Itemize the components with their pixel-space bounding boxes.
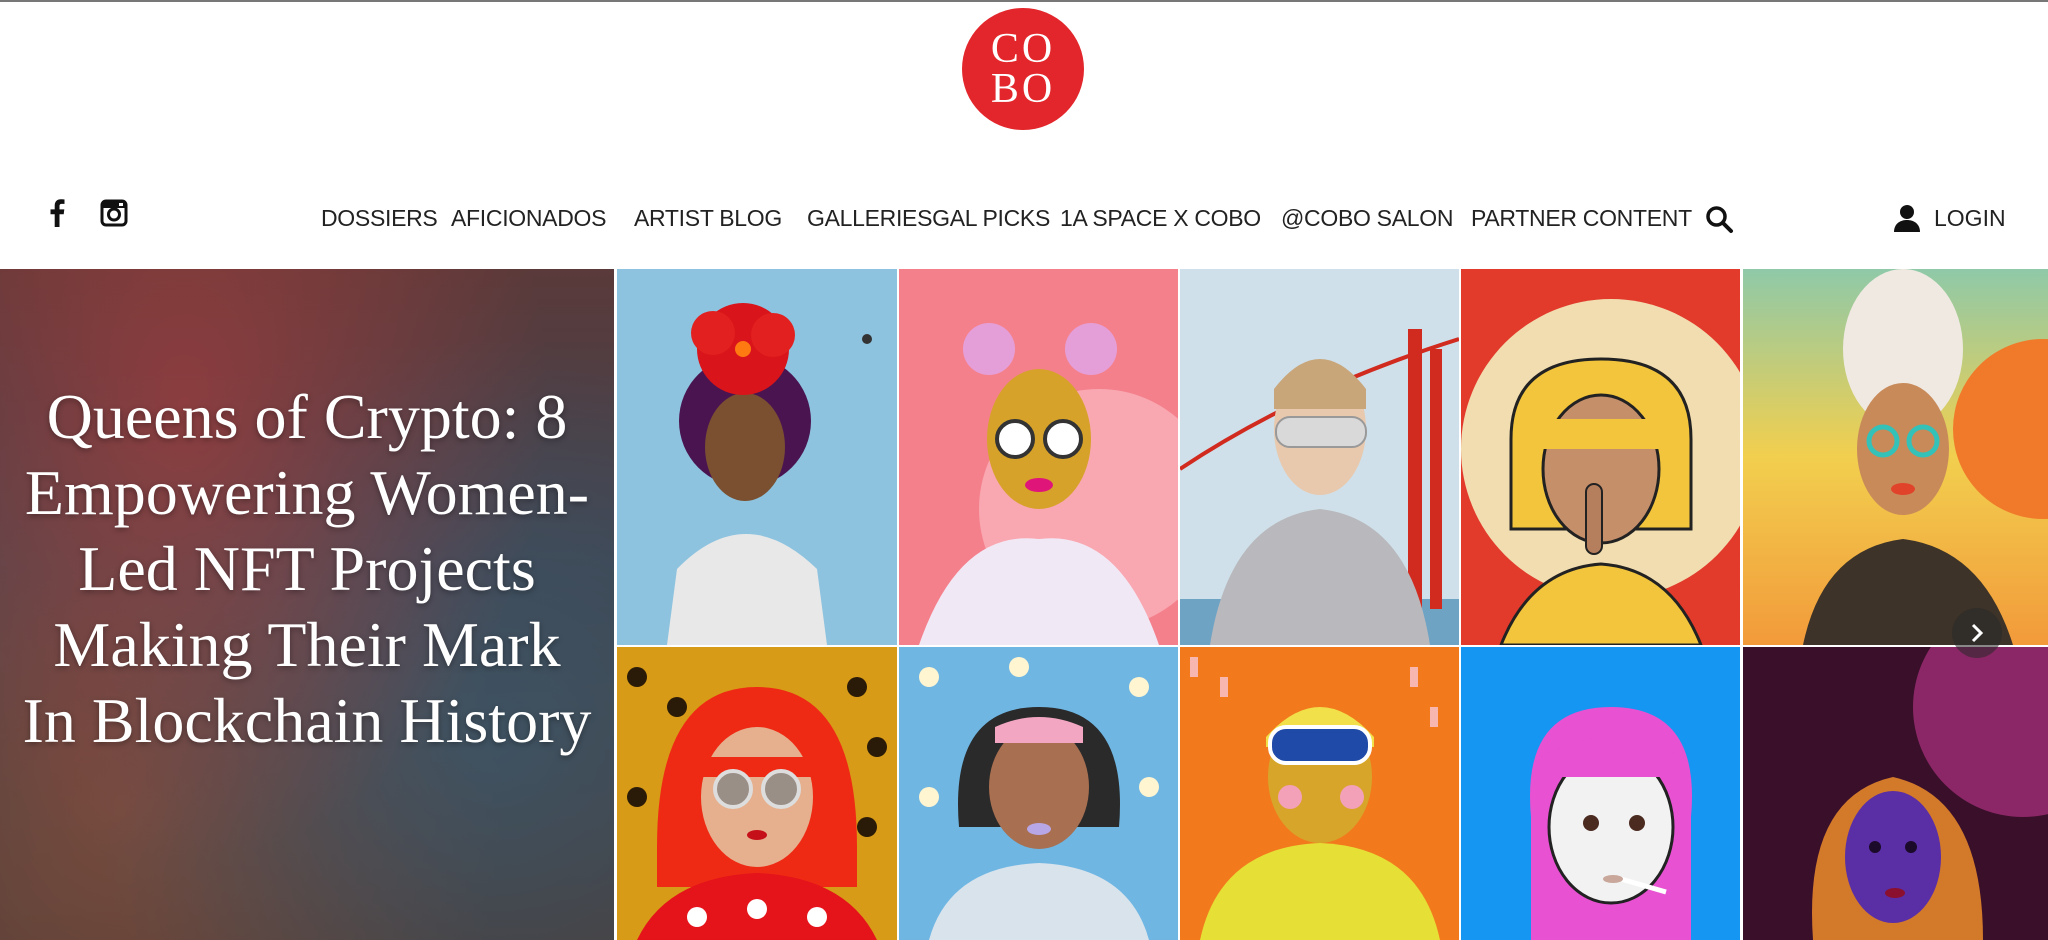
- artwork-tile-purple-face[interactable]: [1743, 647, 2048, 940]
- nav-item-1a-space-x-cobo[interactable]: 1A SPACE X COBO: [1060, 196, 1261, 240]
- logo-line-1: CO: [990, 26, 1056, 72]
- cobo-logo[interactable]: CO BO: [962, 8, 1084, 130]
- login-label: LOGIN: [1934, 204, 2006, 231]
- user-icon: [1894, 205, 1920, 232]
- artwork-image: [1743, 647, 2048, 940]
- artwork-image: [1461, 269, 1740, 645]
- artwork-tile-pink-bandana-cigarette[interactable]: [1461, 647, 1740, 940]
- nav-item-cobo-salon[interactable]: @COBO SALON: [1281, 196, 1453, 240]
- artwork-image: [899, 269, 1178, 645]
- artwork-tile-flower-hat-woman[interactable]: [617, 269, 897, 645]
- nav-item-aficionados[interactable]: AFICIONADOS: [451, 196, 606, 240]
- search-button[interactable]: [1704, 204, 1734, 234]
- carousel-next-button[interactable]: [1952, 608, 2002, 658]
- artwork-image: [617, 269, 897, 645]
- artwork-grid: [617, 269, 2048, 940]
- artwork-tile-red-bob-polka[interactable]: [617, 647, 897, 940]
- artwork-image: [1743, 269, 2048, 645]
- artwork-tile-visor-golden-gate[interactable]: [1180, 269, 1459, 645]
- login-button[interactable]: LOGIN: [1894, 196, 2006, 240]
- artwork-image: [899, 647, 1178, 940]
- artwork-tile-astronaut-girl[interactable]: [899, 647, 1178, 940]
- featured-article-title[interactable]: Queens of Crypto: 8 Empowering Women-Led…: [20, 379, 594, 759]
- artwork-image: [1461, 647, 1740, 940]
- artwork-tile-goggles-yellow-jacket[interactable]: [1180, 647, 1459, 940]
- artwork-image: [1180, 269, 1459, 645]
- artwork-tile-white-hair-glasses[interactable]: [1743, 269, 2048, 645]
- artwork-image: [1180, 647, 1459, 940]
- logo-line-2: BO: [990, 66, 1056, 112]
- nav-item-dossiers[interactable]: DOSSIERS: [321, 196, 438, 240]
- artwork-tile-yellow-bob-shush[interactable]: [1461, 269, 1740, 645]
- artwork-image: [617, 647, 897, 940]
- main-navigation: DOSSIERS AFICIONADOS ARTIST BLOG GALLERI…: [0, 196, 2048, 240]
- artwork-tile-gold-face-pink-hair[interactable]: [899, 269, 1178, 645]
- search-icon: [1706, 206, 1733, 233]
- featured-article[interactable]: Queens of Crypto: 8 Empowering Women-Led…: [0, 269, 614, 940]
- site-header: CO BO DOSSIERS AFICIONADOS ARTIST BLOG G…: [0, 2, 2048, 269]
- nav-item-artist-blog[interactable]: ARTIST BLOG: [634, 196, 782, 240]
- chevron-right-icon: [1971, 623, 1984, 643]
- nav-item-galleriesgal-picks[interactable]: GALLERIESGAL PICKS: [807, 196, 1050, 240]
- nav-item-partner-content[interactable]: PARTNER CONTENT: [1471, 196, 1692, 240]
